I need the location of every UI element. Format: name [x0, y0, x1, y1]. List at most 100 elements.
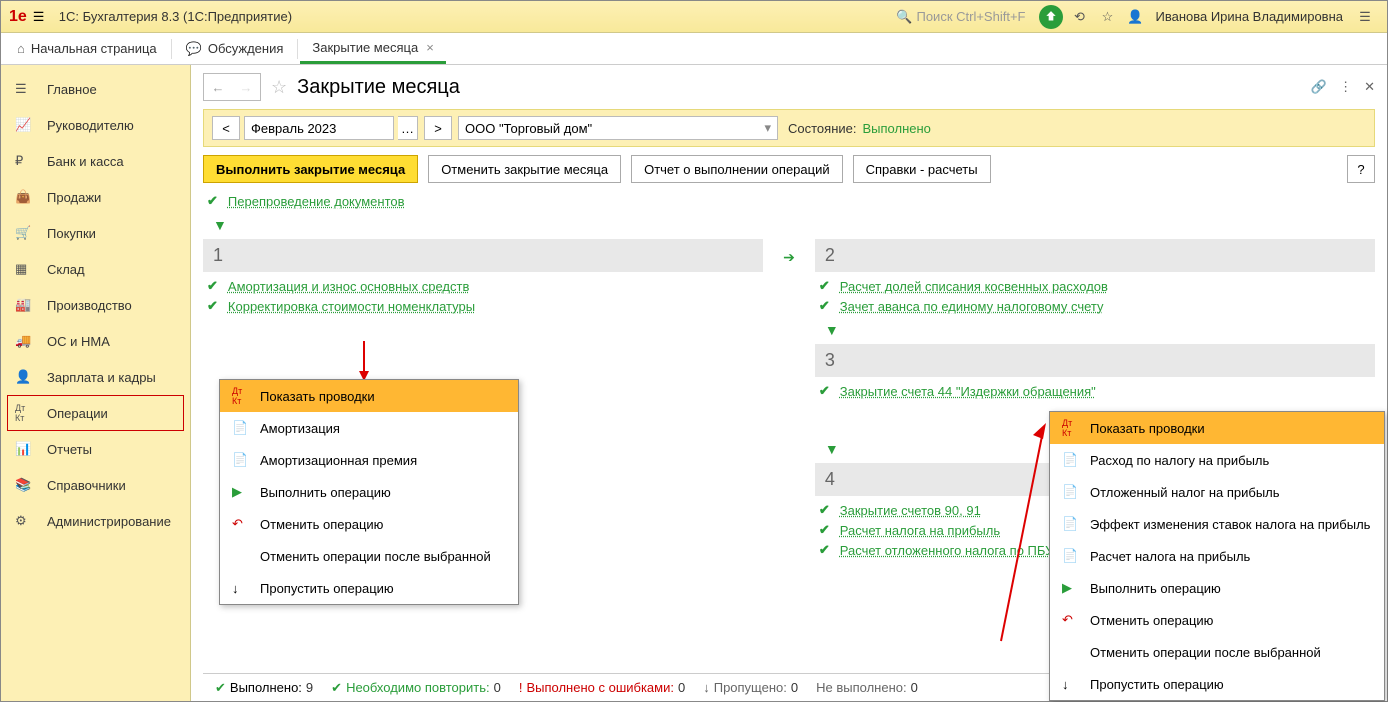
tab-discussions[interactable]: 💬 Обсуждения [174, 34, 296, 64]
ctx-show-postings[interactable]: ДтКтПоказать проводки [1050, 412, 1384, 444]
period-input[interactable]: Февраль 2023 [244, 116, 394, 140]
star-icon[interactable]: ☆ [1095, 5, 1119, 29]
operation-amortization: ✔Амортизация и износ основных средств [203, 276, 763, 296]
ctx-label: Пропустить операцию [1090, 677, 1224, 692]
ctx-deferred-tax[interactable]: 📄Отложенный налог на прибыль [1050, 476, 1384, 508]
prev-period-button[interactable]: < [212, 116, 240, 140]
check-icon: ✔ [819, 383, 830, 399]
logo-1c: 1e [9, 8, 27, 26]
forward-button[interactable]: → [232, 74, 260, 100]
ctx-expense-tax[interactable]: 📄Расход по налогу на прибыль [1050, 444, 1384, 476]
operation-link[interactable]: Закрытие счетов 90, 91 [840, 503, 981, 518]
sidebar-item-main[interactable]: ☰Главное [1, 71, 190, 107]
operation-link[interactable]: Перепроведение документов [228, 194, 405, 209]
sidebar-item-label: Банк и касса [47, 154, 124, 169]
operation-link[interactable]: Амортизация и износ основных средств [228, 279, 469, 294]
ctx-rate-change[interactable]: 📄Эффект изменения ставок налога на прибы… [1050, 508, 1384, 540]
sidebar-item-assets[interactable]: 🚚ОС и НМА [1, 323, 190, 359]
ctx-show-postings[interactable]: ДтКтПоказать проводки [220, 380, 518, 412]
doc-icon: 📄 [232, 420, 252, 436]
status-done-label: Выполнено: [230, 680, 302, 695]
ctx-amortization-premium[interactable]: 📄Амортизационная премия [220, 444, 518, 476]
sidebar-item-admin[interactable]: ⚙Администрирование [1, 503, 190, 539]
ctx-run-operation[interactable]: ▶Выполнить операцию [220, 476, 518, 508]
help-button[interactable]: ? [1347, 155, 1375, 183]
nav-buttons: ← → [203, 73, 261, 101]
check-icon: ✔ [819, 542, 830, 558]
run-closing-button[interactable]: Выполнить закрытие месяца [203, 155, 418, 183]
ctx-skip-operation[interactable]: ↓Пропустить операцию [1050, 668, 1384, 700]
operations-report-button[interactable]: Отчет о выполнении операций [631, 155, 843, 183]
undo-icon: ↶ [232, 516, 252, 532]
sidebar-item-purchases[interactable]: 🛒Покупки [1, 215, 190, 251]
tab-home[interactable]: ⌂ Начальная страница [5, 34, 169, 64]
ctx-calc-tax[interactable]: 📄Расчет налога на прибыль [1050, 540, 1384, 572]
ctx-run-operation[interactable]: ▶Выполнить операцию [1050, 572, 1384, 604]
gear-icon: ⚙ [15, 513, 35, 529]
close-icon[interactable]: × [426, 40, 434, 55]
check-icon: ✔ [819, 522, 830, 538]
status-repeat-label: Необходимо повторить: [346, 680, 490, 695]
operation-advance-offset: ✔Зачет аванса по единому налоговому счет… [815, 296, 1375, 316]
operation-link[interactable]: Корректировка стоимости номенклатуры [228, 299, 475, 314]
ctx-cancel-operation[interactable]: ↶Отменить операцию [1050, 604, 1384, 636]
chart-icon: 📈 [15, 117, 35, 133]
home-icon: ⌂ [17, 41, 25, 56]
ctx-skip-operation[interactable]: ↓Пропустить операцию [220, 572, 518, 604]
sidebar-item-label: Справочники [47, 478, 126, 493]
status-notdone-label: Не выполнено: [816, 680, 906, 695]
error-icon: ! [519, 680, 523, 695]
link-icon[interactable]: 🔗 [1311, 79, 1327, 95]
operation-link[interactable]: Расчет долей списания косвенных расходов [840, 279, 1108, 294]
ctx-label: Отменить операции после выбранной [260, 549, 491, 564]
sidebar-item-label: Покупки [47, 226, 96, 241]
status-skipped-label: Пропущено: [714, 680, 787, 695]
report-icon: 📊 [15, 441, 35, 457]
operation-link[interactable]: Расчет отложенного налога по ПБУ 18 [840, 543, 1072, 558]
hamburger-icon[interactable]: ☰ [33, 9, 49, 25]
tab-closing-month[interactable]: Закрытие месяца × [300, 34, 445, 64]
user-icon[interactable]: 👤 [1123, 5, 1147, 29]
search-input[interactable]: 🔍 Поиск Ctrl+Shift+F [896, 9, 1025, 25]
sidebar-item-references[interactable]: 📚Справочники [1, 467, 190, 503]
sidebar-item-label: ОС и НМА [47, 334, 110, 349]
undo-icon: ↶ [1062, 612, 1082, 628]
sidebar-item-sales[interactable]: 👜Продажи [1, 179, 190, 215]
sidebar-item-label: Производство [47, 298, 132, 313]
ctx-label: Амортизация [260, 421, 340, 436]
notifications-icon[interactable] [1039, 5, 1063, 29]
operation-link[interactable]: Зачет аванса по единому налоговому счету [840, 299, 1104, 314]
sidebar-item-warehouse[interactable]: ▦Склад [1, 251, 190, 287]
chevron-down-icon: ▾ [764, 120, 771, 136]
ctx-cancel-after[interactable]: Отменить операции после выбранной [220, 540, 518, 572]
sidebar-item-production[interactable]: 🏭Производство [1, 287, 190, 323]
tabs-bar: ⌂ Начальная страница 💬 Обсуждения Закрыт… [1, 33, 1387, 65]
history-icon[interactable]: ⟲ [1067, 5, 1091, 29]
ctx-label: Выполнить операцию [260, 485, 391, 500]
organization-select[interactable]: ООО "Торговый дом" ▾ [458, 116, 778, 140]
sidebar-item-hr[interactable]: 👤Зарплата и кадры [1, 359, 190, 395]
ctx-label: Показать проводки [260, 389, 375, 404]
doc-icon: 📄 [1062, 484, 1082, 500]
window-menu-icon[interactable]: ☰ [1353, 5, 1377, 29]
ctx-cancel-operation[interactable]: ↶Отменить операцию [220, 508, 518, 540]
references-button[interactable]: Справки - расчеты [853, 155, 991, 183]
next-period-button[interactable]: > [424, 116, 452, 140]
back-button[interactable]: ← [204, 74, 232, 100]
ctx-label: Отменить операции после выбранной [1090, 645, 1321, 660]
sidebar-item-manager[interactable]: 📈Руководителю [1, 107, 190, 143]
ctx-cancel-after[interactable]: Отменить операции после выбранной [1050, 636, 1384, 668]
cancel-closing-button[interactable]: Отменить закрытие месяца [428, 155, 621, 183]
favorite-star-icon[interactable]: ☆ [271, 77, 287, 98]
sidebar-item-reports[interactable]: 📊Отчеты [1, 431, 190, 467]
operation-link[interactable]: Закрытие счета 44 "Издержки обращения" [840, 384, 1096, 399]
sidebar-item-operations[interactable]: ДтКтОперации [7, 395, 184, 431]
more-icon[interactable]: ⋮ [1339, 79, 1352, 95]
close-icon[interactable]: ✕ [1364, 79, 1375, 95]
operation-link[interactable]: Расчет налога на прибыль [840, 523, 1000, 538]
period-picker-button[interactable]: … [398, 116, 418, 140]
sidebar-item-bank[interactable]: ₽Банк и касса [1, 143, 190, 179]
bag-icon: 👜 [15, 189, 35, 205]
ctx-label: Амортизационная премия [260, 453, 417, 468]
ctx-amortization[interactable]: 📄 Амортизация [220, 412, 518, 444]
